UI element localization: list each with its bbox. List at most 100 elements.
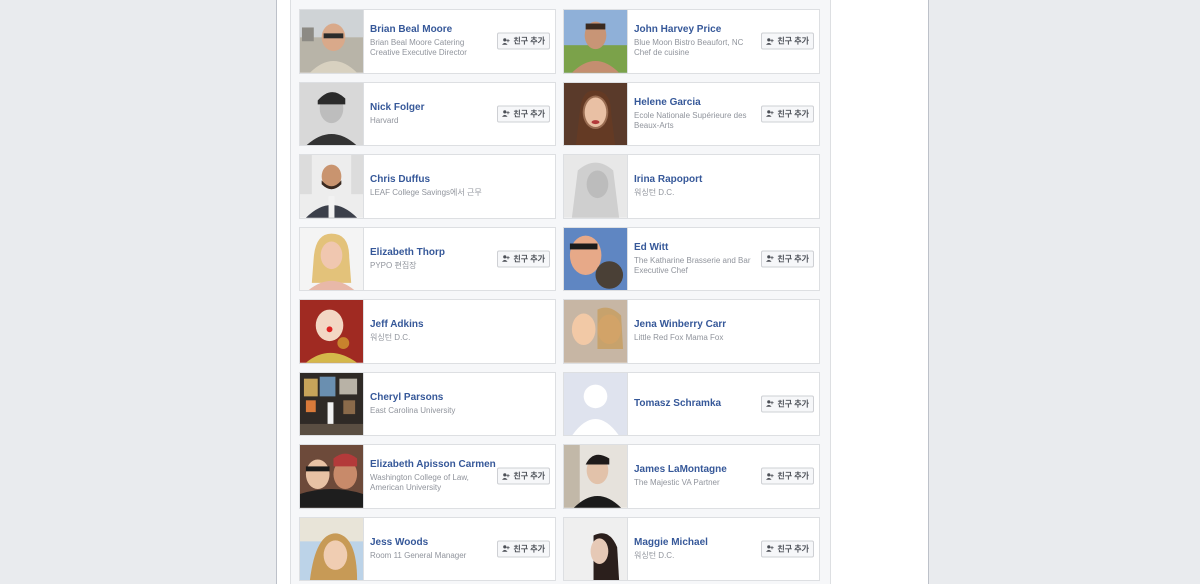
friend-info: Jeff Adkins 워싱턴 D.C. — [364, 319, 555, 343]
profile-photo[interactable] — [300, 227, 364, 290]
friend-subtext-line1: Little Red Fox Mama Fox — [634, 333, 724, 343]
friend-subtext: PYPO 편집장 — [370, 261, 489, 271]
profile-photo[interactable] — [564, 82, 628, 145]
add-friend-icon — [766, 473, 774, 480]
friend-subtext-line1: Harvard — [370, 115, 399, 125]
friend-card: Jess Woods Room 11 General Manager 친구 추가 — [299, 516, 556, 581]
friend-name-link[interactable]: Elizabeth Thorp — [370, 247, 489, 259]
profile-photo[interactable] — [564, 372, 628, 435]
friend-subtext-line1: Ecole Nationale Supérieure des — [634, 110, 747, 120]
friend-name-link[interactable]: Irina Rapoport — [634, 174, 753, 186]
friend-card: Irina Rapoport 워싱턴 D.C. — [563, 154, 820, 219]
friend-card: Tomasz Schramka 친구 추가 — [563, 371, 820, 436]
add-friend-button[interactable]: 친구 추가 — [497, 250, 550, 268]
friend-info: Chris Duffus LEAF College Savings에서 근무 — [364, 174, 555, 198]
friend-card: Cheryl Parsons East Carolina University — [299, 371, 556, 436]
friend-name-link[interactable]: Brian Beal Moore — [370, 24, 489, 36]
friend-card: Brian Beal Moore Brian Beal Moore Caterin… — [299, 9, 556, 74]
friend-card: Maggie Michael 워싱턴 D.C. 친구 추가 — [563, 516, 820, 581]
profile-photo[interactable] — [300, 82, 364, 145]
add-friend-label: 친구 추가 — [777, 109, 809, 119]
add-friend-icon — [766, 545, 774, 552]
friend-name-link[interactable]: Jeff Adkins — [370, 319, 489, 331]
friend-name-link[interactable]: Jess Woods — [370, 537, 489, 549]
friend-subtext: Room 11 General Manager — [370, 551, 489, 561]
friend-subtext: The Majestic VA Partner — [634, 478, 753, 488]
friend-name-link[interactable]: Elizabeth Apisson Carmen — [370, 459, 496, 471]
add-friend-icon — [766, 110, 774, 117]
friend-name-link[interactable]: Tomasz Schramka — [634, 398, 753, 410]
add-friend-button[interactable]: 친구 추가 — [761, 467, 814, 485]
add-friend-button[interactable]: 친구 추가 — [761, 395, 814, 413]
friend-name-link[interactable]: Jena Winberry Carr — [634, 319, 753, 331]
add-friend-button[interactable]: 친구 추가 — [761, 32, 814, 50]
friend-name-link[interactable]: John Harvey Price — [634, 24, 753, 36]
profile-photo[interactable] — [564, 155, 628, 218]
profile-photo[interactable] — [300, 372, 364, 435]
friend-subtext-line2: Creative Executive Director — [370, 48, 467, 58]
friend-name-link[interactable]: Maggie Michael — [634, 537, 753, 549]
friend-name-link[interactable]: Ed Witt — [634, 242, 753, 254]
profile-photo[interactable] — [564, 517, 628, 580]
friend-name-link[interactable]: James LaMontagne — [634, 464, 753, 476]
friend-subtext: 워싱턴 D.C. — [370, 333, 489, 343]
friend-subtext-line1: LEAF College Savings에서 근무 — [370, 188, 482, 198]
friend-card: Chris Duffus LEAF College Savings에서 근무 — [299, 154, 556, 219]
add-friend-button[interactable]: 친구 추가 — [497, 467, 550, 485]
friend-subtext-line1: Blue Moon Bistro Beaufort, NC — [634, 38, 744, 48]
profile-photo[interactable] — [300, 445, 364, 508]
friend-name-link[interactable]: Chris Duffus — [370, 174, 489, 186]
add-friend-label: 친구 추가 — [777, 36, 809, 46]
profile-photo[interactable] — [300, 517, 364, 580]
friend-card: Ed Witt The Katharine Brasserie and Bar Ex… — [563, 226, 820, 291]
friend-suggestions-grid: Brian Beal Moore Brian Beal Moore Caterin… — [299, 9, 820, 581]
friend-card: James LaMontagne The Majestic VA Partner 친… — [563, 444, 820, 509]
friend-subtext-line1: The Katharine Brasserie and Bar — [634, 255, 751, 265]
friend-subtext: Brian Beal Moore Catering Creative Execut… — [370, 38, 489, 58]
friend-card: Nick Folger Harvard 친구 추가 — [299, 81, 556, 146]
profile-photo[interactable] — [300, 10, 364, 73]
add-friend-icon — [502, 110, 510, 117]
friend-name-link[interactable]: Cheryl Parsons — [370, 392, 489, 404]
add-friend-label: 친구 추가 — [513, 254, 545, 264]
profile-photo[interactable] — [300, 300, 364, 363]
add-friend-button[interactable]: 친구 추가 — [497, 32, 550, 50]
profile-photo[interactable] — [564, 10, 628, 73]
friend-subtext: The Katharine Brasserie and Bar Executive… — [634, 256, 753, 276]
friend-subtext: Little Red Fox Mama Fox — [634, 333, 753, 343]
add-friend-button[interactable]: 친구 추가 — [761, 105, 814, 123]
friend-card: Helene Garcia Ecole Nationale Supérieure … — [563, 81, 820, 146]
friend-subtext: Ecole Nationale Supérieure des Beaux-Arts — [634, 111, 753, 131]
add-friend-label: 친구 추가 — [777, 471, 809, 481]
friend-info: Cheryl Parsons East Carolina University — [364, 392, 555, 416]
profile-photo[interactable] — [564, 445, 628, 508]
friend-subtext-line1: The Majestic VA Partner — [634, 478, 720, 488]
friend-subtext: Washington College of Law, American Unive… — [370, 473, 489, 493]
add-friend-button[interactable]: 친구 추가 — [761, 250, 814, 268]
add-friend-label: 친구 추가 — [777, 544, 809, 554]
profile-photo[interactable] — [564, 227, 628, 290]
add-friend-label: 친구 추가 — [513, 109, 545, 119]
profile-photo[interactable] — [300, 155, 364, 218]
friend-subtext-line1: East Carolina University — [370, 405, 456, 415]
friend-name-link[interactable]: Helene Garcia — [634, 97, 753, 109]
friend-card: Elizabeth Thorp PYPO 편집장 친구 추가 — [299, 226, 556, 291]
friend-subtext-line1: Washington College of Law, — [370, 473, 469, 483]
friend-card: John Harvey Price Blue Moon Bistro Beaufo… — [563, 9, 820, 74]
friend-subtext-line1: 워싱턴 D.C. — [634, 550, 675, 560]
add-friend-icon — [766, 38, 774, 45]
add-friend-icon — [766, 400, 774, 407]
profile-photo[interactable] — [564, 300, 628, 363]
friend-info: Irina Rapoport 워싱턴 D.C. — [628, 174, 819, 198]
add-friend-label: 친구 추가 — [513, 471, 545, 481]
friend-subtext-line2: Executive Chef — [634, 265, 688, 275]
friend-subtext-line2: Chef de cuisine — [634, 48, 690, 58]
add-friend-button[interactable]: 친구 추가 — [497, 540, 550, 558]
friend-subtext-line1: PYPO 편집장 — [370, 260, 417, 270]
friend-name-link[interactable]: Nick Folger — [370, 102, 489, 114]
add-friend-button[interactable]: 친구 추가 — [761, 540, 814, 558]
add-friend-button[interactable]: 친구 추가 — [497, 105, 550, 123]
friend-subtext: 워싱턴 D.C. — [634, 551, 753, 561]
friend-subtext-line1: Brian Beal Moore Catering — [370, 38, 465, 48]
friend-subtext-line2: American University — [370, 483, 442, 493]
